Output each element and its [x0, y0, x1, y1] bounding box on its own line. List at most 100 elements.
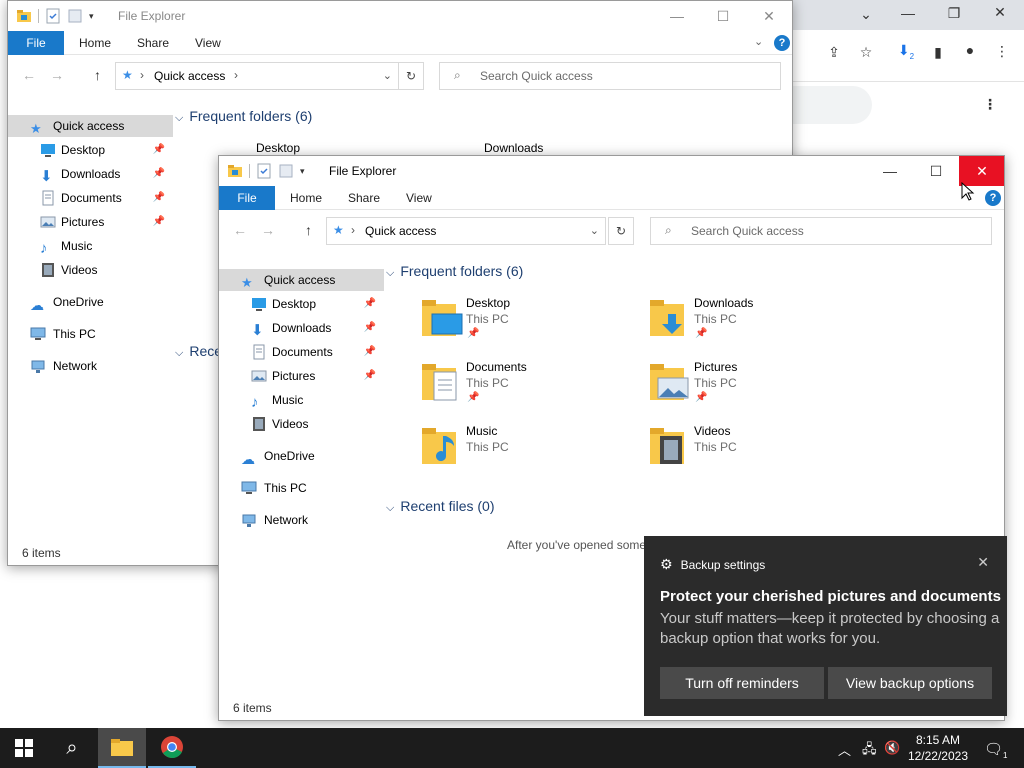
breadcrumb-chevron-icon[interactable]: ›: [234, 68, 238, 82]
recent-files-header[interactable]: ⌵ Rece: [175, 343, 222, 360]
back-arrow-icon[interactable]: ←: [233, 222, 247, 238]
minimize-button[interactable]: —: [867, 156, 913, 186]
nav-desktop[interactable]: Desktop 📌: [8, 139, 173, 161]
view-backup-options-button[interactable]: View backup options: [828, 667, 992, 699]
close-icon[interactable]: ✕: [977, 554, 989, 571]
help-icon[interactable]: ?: [774, 35, 790, 51]
nav-quick-access[interactable]: ★ Quick access: [219, 269, 384, 291]
search-input[interactable]: ⌕ Search Quick access: [439, 62, 781, 90]
address-dropdown-icon[interactable]: ⌄: [590, 224, 599, 237]
up-arrow-icon[interactable]: ↑: [94, 67, 101, 83]
folder-name[interactable]: Desktop: [256, 141, 300, 155]
minimize-button[interactable]: —: [654, 1, 700, 31]
nav-label: This PC: [264, 481, 307, 495]
qat-dropdown-icon[interactable]: ▾: [89, 11, 94, 22]
nav-music[interactable]: ♪ Music: [8, 235, 173, 257]
search-input[interactable]: ⌕ Search Quick access: [650, 217, 992, 245]
up-arrow-icon[interactable]: ↑: [305, 222, 312, 238]
folder-name[interactable]: Downloads: [484, 141, 543, 155]
nav-onedrive[interactable]: ☁ OneDrive: [8, 291, 173, 313]
chevron-up-icon[interactable]: ︿: [838, 740, 851, 759]
pin-icon: 📌: [695, 328, 708, 339]
taskbar-file-explorer[interactable]: [98, 728, 146, 768]
refresh-button[interactable]: ↻: [608, 217, 634, 245]
qat-dropdown-icon[interactable]: ▾: [300, 166, 305, 177]
folder-tile-documents[interactable]: Documents This PC 📌: [420, 360, 620, 416]
folder-tile-desktop[interactable]: Desktop This PC 📌: [420, 296, 620, 352]
page-menu-icon[interactable]: ⋮: [978, 96, 1002, 113]
nav-this-pc[interactable]: This PC: [8, 323, 173, 345]
nav-network[interactable]: Network: [8, 355, 173, 377]
side-panel-icon[interactable]: ▮: [926, 44, 950, 61]
back-arrow-icon[interactable]: ←: [22, 67, 36, 83]
folder-tile-downloads[interactable]: Downloads This PC 📌: [648, 296, 848, 352]
notification-center-icon[interactable]: 🗨1: [984, 740, 1008, 760]
frequent-folders-header[interactable]: ⌵ Frequent folders (6): [175, 108, 312, 125]
notification-count: 1: [1003, 751, 1008, 760]
tab-file[interactable]: File: [8, 31, 64, 55]
folder-icon[interactable]: [227, 163, 243, 179]
frequent-folders-header[interactable]: ⌵ Frequent folders (6): [386, 263, 523, 280]
address-bar[interactable]: ★ › Quick access ⌄: [326, 217, 606, 245]
maximize-button[interactable]: ☐: [913, 156, 959, 186]
nav-music[interactable]: ♪ Music: [219, 389, 384, 411]
tab-home[interactable]: Home: [79, 31, 111, 55]
cloud-icon: ☁: [241, 451, 255, 467]
forward-arrow-icon[interactable]: →: [50, 67, 64, 83]
pictures-icon: [40, 214, 56, 230]
chrome-minimize-button[interactable]: —: [896, 5, 920, 21]
nav-desktop[interactable]: Desktop 📌: [219, 293, 384, 315]
new-folder-icon[interactable]: [278, 163, 294, 179]
tab-view[interactable]: View: [406, 186, 432, 210]
properties-icon[interactable]: [256, 163, 272, 179]
start-button[interactable]: [0, 728, 48, 768]
nav-videos[interactable]: Videos: [219, 413, 384, 435]
properties-icon[interactable]: [45, 8, 61, 24]
download-icon[interactable]: ⬇2: [894, 42, 918, 61]
nav-network[interactable]: Network: [219, 509, 384, 531]
taskbar-chrome[interactable]: [148, 728, 196, 768]
nav-this-pc[interactable]: This PC: [219, 477, 384, 499]
ribbon-expand-icon[interactable]: ⌄: [754, 35, 763, 48]
nav-downloads[interactable]: ⬇ Downloads 📌: [8, 163, 173, 185]
maximize-button[interactable]: ☐: [700, 1, 746, 31]
tab-view[interactable]: View: [195, 31, 221, 55]
address-bar[interactable]: ★ › Quick access › ⌄: [115, 62, 399, 90]
bookmark-star-icon[interactable]: ☆: [854, 44, 878, 61]
nav-pictures[interactable]: Pictures 📌: [219, 365, 384, 387]
profile-icon[interactable]: ●: [958, 42, 982, 58]
chrome-tab-search-icon[interactable]: ⌄: [854, 6, 878, 23]
chrome-menu-icon[interactable]: ⋮: [990, 43, 1014, 60]
help-icon[interactable]: ?: [985, 190, 1001, 206]
section-title: Recent files (0): [400, 498, 495, 514]
nav-downloads[interactable]: ⬇ Downloads 📌: [219, 317, 384, 339]
turn-off-reminders-button[interactable]: Turn off reminders: [660, 667, 824, 699]
folder-icon[interactable]: [16, 8, 32, 24]
nav-documents[interactable]: Documents 📌: [219, 341, 384, 363]
chrome-restore-button[interactable]: ❐: [942, 5, 966, 22]
nav-quick-access[interactable]: ★ Quick access: [8, 115, 173, 137]
volume-muted-icon[interactable]: 🔇: [884, 740, 900, 756]
network-status-icon[interactable]: 🖧: [862, 740, 877, 762]
system-clock[interactable]: 8:15 AM 12/22/2023: [908, 732, 968, 764]
tab-home[interactable]: Home: [290, 186, 322, 210]
close-button[interactable]: ✕: [746, 1, 792, 31]
nav-pictures[interactable]: Pictures 📌: [8, 211, 173, 233]
recent-files-header[interactable]: ⌵ Recent files (0): [386, 498, 495, 515]
nav-documents[interactable]: Documents 📌: [8, 187, 173, 209]
folder-tile-music[interactable]: Music This PC: [420, 424, 620, 480]
tab-file[interactable]: File: [219, 186, 275, 210]
nav-onedrive[interactable]: ☁ OneDrive: [219, 445, 384, 467]
tab-share[interactable]: Share: [348, 186, 380, 210]
share-icon[interactable]: ⇪: [822, 44, 846, 61]
search-icon[interactable]: ⌕: [48, 728, 96, 768]
refresh-button[interactable]: ↻: [398, 62, 424, 90]
chrome-close-button[interactable]: ✕: [988, 4, 1012, 21]
forward-arrow-icon[interactable]: →: [261, 222, 275, 238]
tab-share[interactable]: Share: [137, 31, 169, 55]
address-dropdown-icon[interactable]: ⌄: [383, 69, 392, 82]
folder-tile-videos[interactable]: Videos This PC: [648, 424, 848, 480]
nav-videos[interactable]: Videos: [8, 259, 173, 281]
folder-tile-pictures[interactable]: Pictures This PC 📌: [648, 360, 848, 416]
new-folder-icon[interactable]: [67, 8, 83, 24]
